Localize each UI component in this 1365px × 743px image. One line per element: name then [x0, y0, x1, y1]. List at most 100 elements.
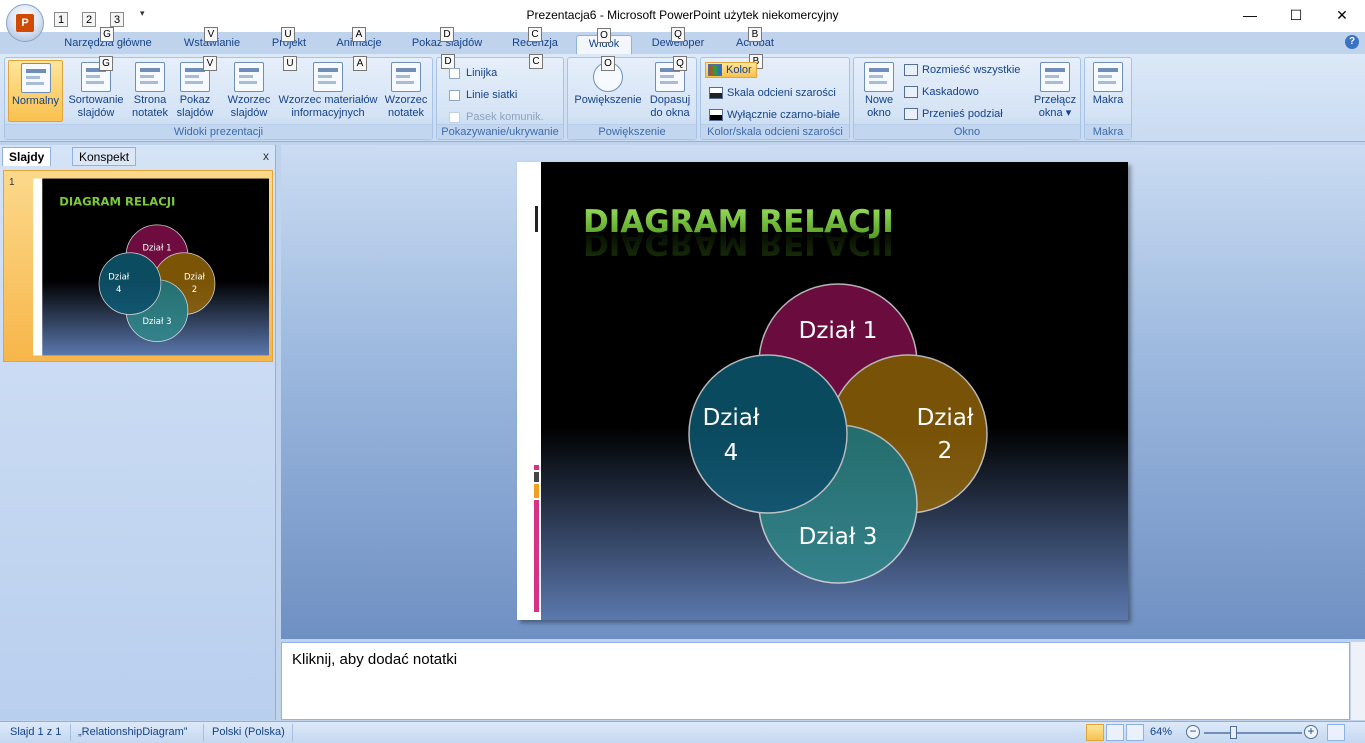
- slide-sorter-status-icon[interactable]: [1106, 724, 1124, 741]
- tab-slideshow-key: D: [440, 27, 454, 42]
- tab-slideshow[interactable]: Pokaz slajdów D: [404, 27, 490, 54]
- slide-master-icon: [234, 62, 264, 92]
- tab-design[interactable]: Projekt U: [264, 27, 314, 54]
- fit-to-window-button[interactable]: Dopasuj do okna Q: [646, 56, 694, 122]
- venn-label-2-line1[interactable]: Dział: [917, 405, 974, 431]
- slide-editing-area[interactable]: DIAGRAM RELACJI DIAGRAM RELACJI Dział 1 …: [281, 145, 1365, 639]
- slide-thumbnail-number: 1: [9, 177, 15, 188]
- slide-sorter-label-1: Sortowanie: [68, 94, 124, 106]
- fit-slide-icon[interactable]: [1327, 724, 1345, 741]
- notes-master-button[interactable]: Wzorzec notatek: [383, 60, 429, 122]
- zoom-key: O: [601, 56, 615, 71]
- arrange-all-button[interactable]: Rozmieść wszystkie: [904, 64, 1020, 76]
- venn-label-4-line1[interactable]: Dział: [703, 405, 760, 431]
- zoom-slider-track[interactable]: [1204, 732, 1302, 734]
- tab-acrobat[interactable]: Acrobat B: [728, 27, 782, 54]
- ruler-checkbox[interactable]: Linijka: [449, 67, 497, 79]
- venn-label-3[interactable]: Dział 3: [799, 524, 878, 550]
- thumb-label-3: Dział 3: [142, 317, 171, 327]
- minimize-button[interactable]: —: [1227, 0, 1273, 30]
- zoom-button[interactable]: Powiększenie O: [572, 56, 644, 122]
- zoom-out-button[interactable]: −: [1186, 725, 1200, 739]
- slide-canvas[interactable]: DIAGRAM RELACJI DIAGRAM RELACJI Dział 1 …: [517, 162, 1128, 620]
- group-show-hide: D C Linijka Linie siatki Pasek komunik. …: [436, 54, 564, 140]
- fit-label-2: do okna: [650, 107, 690, 119]
- slideshow-label-2: slajdów: [176, 107, 214, 119]
- slide-master-label-1: Wzorzec: [227, 94, 271, 106]
- group-color: B Kolor Skala odcieni szarości Wyłącznie…: [700, 54, 850, 140]
- notes-placeholder[interactable]: Kliknij, aby dodać notatki: [292, 651, 457, 668]
- cascade-label: Kaskadowo: [922, 86, 979, 98]
- zoom-level[interactable]: 64%: [1150, 726, 1172, 738]
- normal-view-label: Normalny: [11, 95, 60, 107]
- slide-sorter-key: G: [99, 56, 113, 71]
- slideshow-key: V: [203, 56, 217, 71]
- notes-pane[interactable]: Kliknij, aby dodać notatki: [281, 642, 1350, 720]
- group-presentation-views: Normalny Sortowanie slajdów G Strona not…: [4, 56, 433, 140]
- venn-circle-4[interactable]: [688, 354, 848, 514]
- office-button[interactable]: P: [6, 4, 44, 42]
- black-white-button[interactable]: Wyłącznie czarno-białe: [709, 109, 840, 121]
- slideshow-button[interactable]: Pokaz slajdów V: [173, 56, 217, 122]
- macros-button[interactable]: Makra: [1088, 60, 1128, 122]
- arrange-all-icon: [904, 64, 918, 76]
- message-bar-label: Pasek komunik.: [466, 111, 544, 123]
- venn-label-2-line2[interactable]: 2: [938, 438, 953, 464]
- ribbon-tabs: Narzędzia główne G Wstawianie V Projekt U A…: [0, 27, 1365, 54]
- move-split-button[interactable]: Przenieś podział: [904, 108, 1003, 120]
- close-panel-icon[interactable]: x: [263, 149, 269, 163]
- new-window-label-2: okno: [867, 107, 891, 119]
- gridlines-checkbox[interactable]: Linie siatki: [449, 89, 517, 101]
- message-bar-checkbox[interactable]: Pasek komunik.: [449, 111, 544, 123]
- zoom-in-button[interactable]: +: [1304, 725, 1318, 739]
- tab-developer[interactable]: Deweloper Q: [644, 27, 712, 54]
- status-language[interactable]: Polski (Polska): [212, 726, 285, 738]
- help-icon[interactable]: ?: [1345, 35, 1359, 49]
- venn-label-4-line2[interactable]: 4: [724, 440, 739, 466]
- message-bar-checkbox-box: [449, 111, 460, 123]
- maximize-button[interactable]: ☐: [1273, 0, 1319, 30]
- notes-page-button[interactable]: Strona notatek: [129, 60, 171, 122]
- slide-thumbnail-1[interactable]: 1 DIAGRAM RELACJI Dział 1 Dział 2 Dział …: [3, 170, 273, 362]
- tab-animations[interactable]: Animacje A: [330, 27, 388, 54]
- tab-review[interactable]: Recenzja C: [506, 27, 564, 54]
- new-window-button[interactable]: Nowe okno: [858, 60, 900, 122]
- move-split-icon: [904, 108, 918, 120]
- notes-master-icon: [391, 62, 421, 92]
- switch-windows-label-2: okna ▾: [1038, 107, 1072, 119]
- slideshow-status-icon[interactable]: [1126, 724, 1144, 741]
- notes-master-label-1: Wzorzec: [384, 94, 428, 106]
- color-button[interactable]: Kolor: [705, 62, 757, 78]
- cascade-button[interactable]: Kaskadowo: [904, 86, 979, 98]
- slide-sorter-button[interactable]: Sortowanie slajdów G: [65, 56, 127, 122]
- tab-view-key: O: [597, 28, 611, 43]
- tab-animations-key: A: [352, 27, 366, 42]
- group-zoom: Powiększenie O Dopasuj do okna Q Powięks…: [567, 56, 697, 140]
- venn-label-1[interactable]: Dział 1: [799, 318, 878, 344]
- switch-windows-button[interactable]: Przełącz okna ▾: [1032, 60, 1078, 122]
- tab-home[interactable]: Narzędzia główne G: [56, 27, 160, 54]
- normal-view-status-icon[interactable]: [1086, 724, 1104, 741]
- handout-master-key: A: [353, 56, 367, 71]
- arrange-all-label: Rozmieść wszystkie: [922, 64, 1021, 76]
- grayscale-button[interactable]: Skala odcieni szarości: [709, 87, 836, 99]
- group-views-label: Widoki prezentacji: [5, 124, 432, 139]
- tab-view[interactable]: Widok O: [576, 28, 632, 54]
- group-show-hide-label: Pokazywanie/ukrywanie: [437, 124, 563, 139]
- window-title: Prezentacja6 - Microsoft PowerPoint użyt…: [526, 8, 839, 22]
- slide-master-button[interactable]: Wzorzec slajdów U: [225, 56, 297, 122]
- slideshow-label-1: Pokaz: [179, 94, 211, 106]
- notes-scrollbar[interactable]: [1350, 642, 1365, 720]
- zoom-slider-thumb[interactable]: [1230, 726, 1237, 739]
- close-button[interactable]: ✕: [1319, 0, 1365, 30]
- tab-outline[interactable]: Konspekt: [72, 147, 137, 166]
- tab-insert[interactable]: Wstawianie V: [176, 27, 248, 54]
- normal-view-button[interactable]: Normalny: [8, 60, 63, 122]
- handout-master-button[interactable]: Wzorzec materiałów informacyjnych A: [275, 56, 381, 122]
- group-macros-label: Makra: [1085, 124, 1131, 139]
- new-window-icon: [864, 62, 894, 92]
- black-white-icon: [709, 109, 723, 121]
- status-theme-name[interactable]: „RelationshipDiagram”: [78, 726, 187, 738]
- ruler-checkbox-box: [449, 67, 460, 79]
- tab-slides[interactable]: Slajdy: [2, 147, 52, 166]
